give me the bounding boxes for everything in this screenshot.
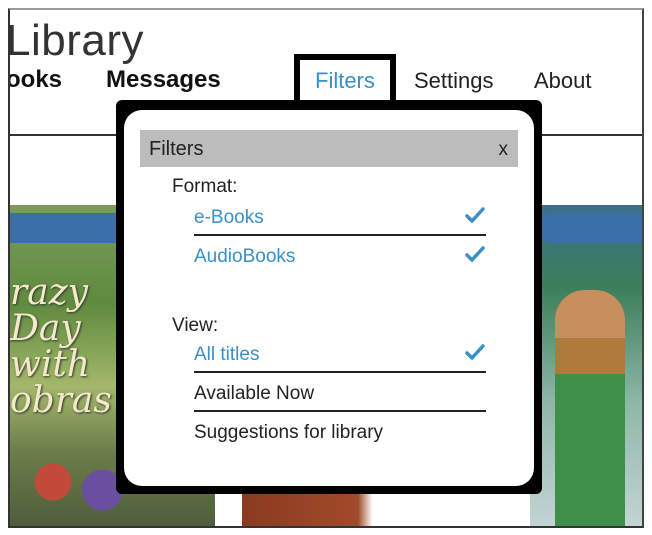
view-label: View:: [172, 315, 219, 336]
cover-illustration: [555, 290, 625, 526]
cover-banner: [538, 213, 642, 243]
check-icon: [465, 344, 485, 360]
filter-option-available-now[interactable]: Available Now: [194, 378, 486, 412]
option-label: Suggestions for library: [194, 422, 384, 443]
popup-title: Filters: [149, 138, 204, 160]
option-label: Available Now: [194, 383, 315, 404]
filter-option-all-titles[interactable]: All titles: [194, 339, 486, 373]
nav-about[interactable]: About: [534, 68, 592, 94]
filter-option-suggestions[interactable]: Suggestions for library: [194, 417, 486, 451]
format-label: Format:: [172, 176, 238, 197]
option-label: All titles: [194, 344, 260, 365]
option-label: e-Books: [194, 207, 264, 228]
filters-popup: Filters x Format: e-Books AudioBooks Vie…: [124, 110, 534, 486]
nav-books[interactable]: ooks: [10, 66, 62, 94]
check-icon: [465, 246, 485, 262]
option-label: AudioBooks: [194, 246, 296, 267]
book-cover-right[interactable]: [530, 205, 642, 526]
filter-option-ebooks[interactable]: e-Books: [194, 202, 486, 236]
popup-header: Filters x: [140, 130, 518, 167]
app-title: Library: [8, 16, 144, 65]
cover-illustration: [20, 450, 130, 526]
cover-art: razy Day with obras: [10, 272, 112, 421]
nav-settings[interactable]: Settings: [414, 68, 494, 94]
filters-highlight-box: [294, 54, 396, 106]
filter-option-audiobooks[interactable]: AudioBooks: [194, 241, 486, 275]
check-icon: [465, 207, 485, 223]
nav-messages[interactable]: Messages: [106, 66, 221, 94]
close-icon[interactable]: x: [499, 139, 509, 161]
